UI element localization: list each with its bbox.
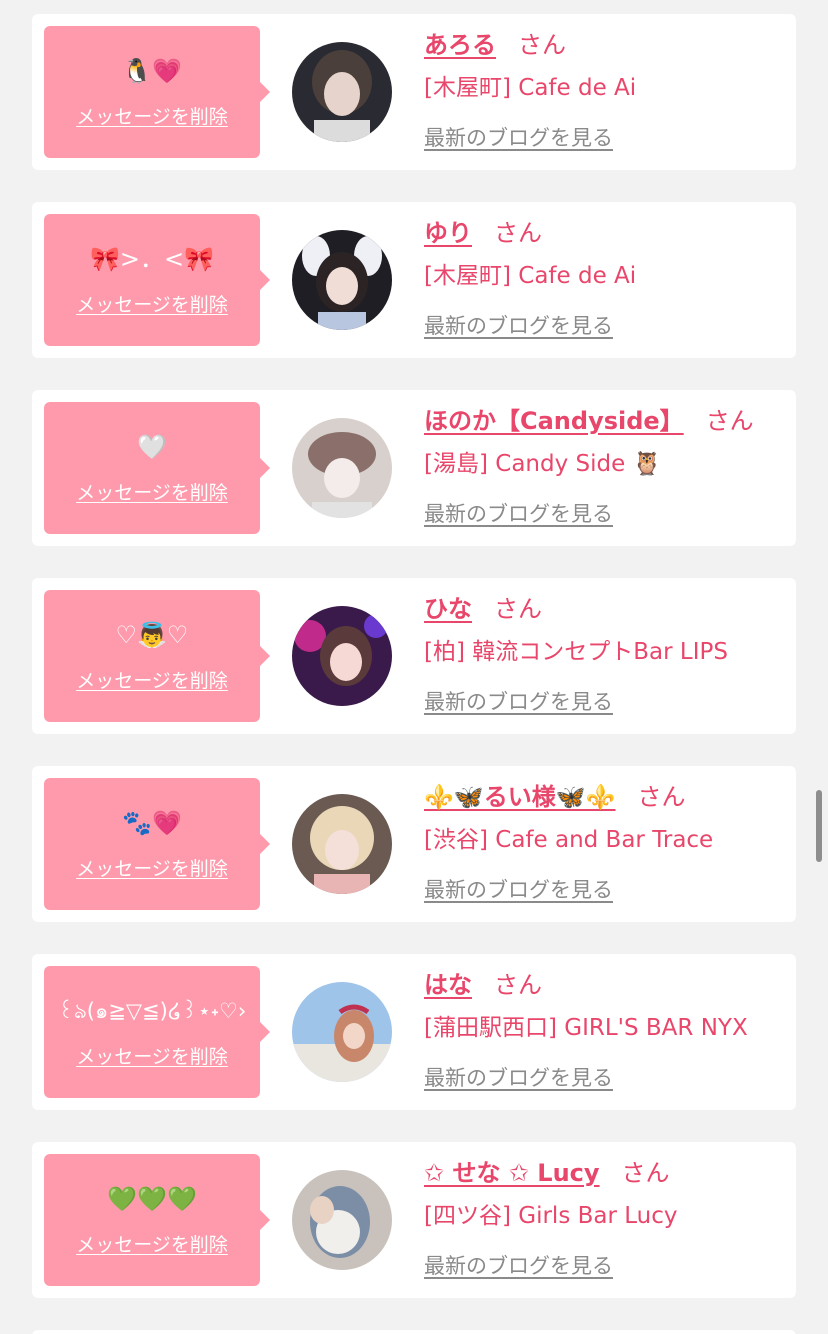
list-item: 🐧💗 メッセージを削除 あろる さん [木屋町] Cafe de Ai 最新のブロ… bbox=[32, 14, 796, 170]
latest-blog-link[interactable]: 最新のブログを見る bbox=[424, 874, 613, 906]
scrollbar[interactable] bbox=[816, 790, 822, 862]
honorific: さん bbox=[705, 407, 754, 435]
shop-name: [木屋町] Cafe de Ai bbox=[424, 263, 637, 289]
cast-name-link[interactable]: ひな bbox=[424, 595, 472, 623]
cast-name-link[interactable]: はな bbox=[424, 971, 472, 999]
list-item: 💚💚💚 メッセージを削除 ✩ せな ✩ Lucy さん [四ツ谷] Girls B… bbox=[32, 1142, 796, 1298]
message-text: 🤍 bbox=[137, 433, 167, 461]
message-bubble: 🐧💗 メッセージを削除 bbox=[44, 26, 270, 158]
message-bubble: 🐾💗 メッセージを削除 bbox=[44, 778, 270, 910]
honorific: さん bbox=[494, 971, 542, 999]
avatar[interactable] bbox=[292, 982, 392, 1082]
shop-name: [渋谷] Cafe and Bar Trace bbox=[424, 827, 714, 853]
latest-blog-link[interactable]: 最新のブログを見る bbox=[424, 1062, 613, 1094]
honorific: さん bbox=[621, 1159, 670, 1187]
shop-name: [蒲田駅西口] GIRL'S BAR NYX bbox=[424, 1015, 748, 1041]
list-item: 🐾💗 メッセージを削除 ⚜️🦋るい様🦋⚜️ さん [渋谷] Cafe and Ba… bbox=[32, 766, 796, 922]
honorific: さん bbox=[637, 783, 686, 811]
avatar[interactable] bbox=[292, 1170, 392, 1270]
avatar[interactable] bbox=[292, 418, 392, 518]
message-bubble: 🤍 メッセージを削除 bbox=[44, 402, 270, 534]
list-item: 🎀>．<🎀 メッセージを削除 ゆり さん [木屋町] Cafe de Ai 最新の… bbox=[32, 202, 796, 358]
delete-message-button[interactable]: メッセージを削除 bbox=[44, 1230, 260, 1257]
shop-name: [湯島] Candy Side 🦉 bbox=[424, 451, 662, 477]
shop-name: [四ツ谷] Girls Bar Lucy bbox=[424, 1203, 678, 1229]
cast-name-link[interactable]: ✩ せな ✩ Lucy bbox=[424, 1159, 600, 1187]
cast-name-link[interactable]: ゆり bbox=[424, 219, 472, 247]
latest-blog-link[interactable]: 最新のブログを見る bbox=[424, 310, 613, 342]
latest-blog-link[interactable]: 最新のブログを見る bbox=[424, 686, 613, 718]
list-item: ꒰ঌ(๑≧▽≦)໒꒱⋆˖♡› メッセージを削除 はな さん [蒲田駅西口] GIR… bbox=[32, 954, 796, 1110]
message-text: 🎀>．<🎀 bbox=[90, 245, 214, 273]
latest-blog-link[interactable]: 最新のブログを見る bbox=[424, 1250, 613, 1282]
list-item: 🤍 メッセージを削除 ほのか【Candyside】 さん [湯島] Candy S… bbox=[32, 390, 796, 546]
message-bubble: 💚💚💚 メッセージを削除 bbox=[44, 1154, 270, 1286]
message-text: ♡👼♡ bbox=[115, 621, 189, 649]
cast-name-link[interactable]: ⚜️🦋るい様🦋⚜️ bbox=[424, 783, 616, 811]
cast-name-link[interactable]: あろる bbox=[424, 31, 496, 59]
message-text: 🐾💗 bbox=[122, 809, 182, 837]
latest-blog-link[interactable]: 最新のブログを見る bbox=[424, 122, 613, 154]
delete-message-button[interactable]: メッセージを削除 bbox=[44, 1042, 260, 1069]
message-text: 💚💚💚 bbox=[107, 1185, 197, 1213]
shop-name: [柏] 韓流コンセプトBar LIPS bbox=[424, 639, 728, 665]
delete-message-button[interactable]: メッセージを削除 bbox=[44, 666, 260, 693]
message-text: ꒰ঌ(๑≧▽≦)໒꒱⋆˖♡› bbox=[57, 999, 247, 1023]
delete-message-button[interactable]: メッセージを削除 bbox=[44, 290, 260, 317]
cast-name-link[interactable]: ほのか【Candyside】 bbox=[424, 407, 684, 435]
list-item: ♡👼♡ メッセージを削除 ひな さん [柏] 韓流コンセプトBar LIPS 最新… bbox=[32, 578, 796, 734]
honorific: さん bbox=[518, 31, 566, 59]
delete-message-button[interactable]: メッセージを削除 bbox=[44, 102, 260, 129]
delete-message-button[interactable]: メッセージを削除 bbox=[44, 854, 260, 881]
avatar[interactable] bbox=[292, 794, 392, 894]
message-list: 🐧💗 メッセージを削除 あろる さん [木屋町] Cafe de Ai 最新のブロ… bbox=[0, 0, 828, 1334]
honorific: さん bbox=[494, 219, 542, 247]
avatar[interactable] bbox=[292, 606, 392, 706]
honorific: さん bbox=[494, 595, 542, 623]
avatar[interactable] bbox=[292, 42, 392, 142]
delete-message-button[interactable]: メッセージを削除 bbox=[44, 478, 260, 505]
message-bubble: 🎀>．<🎀 メッセージを削除 bbox=[44, 214, 270, 346]
latest-blog-link[interactable]: 最新のブログを見る bbox=[424, 498, 613, 530]
message-bubble: ♡👼♡ メッセージを削除 bbox=[44, 590, 270, 722]
avatar[interactable] bbox=[292, 230, 392, 330]
shop-name: [木屋町] Cafe de Ai bbox=[424, 75, 637, 101]
list-item bbox=[32, 1330, 796, 1334]
message-bubble: ꒰ঌ(๑≧▽≦)໒꒱⋆˖♡› メッセージを削除 bbox=[44, 966, 270, 1098]
message-text: 🐧💗 bbox=[122, 57, 182, 85]
